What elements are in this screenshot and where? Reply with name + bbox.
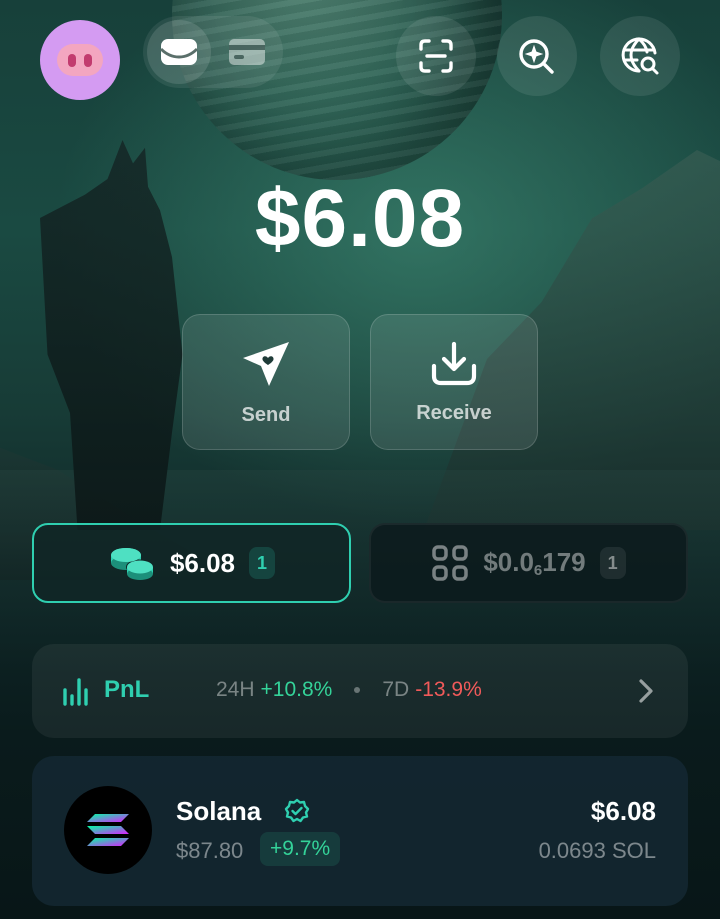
pig-avatar-icon bbox=[57, 44, 103, 76]
total-balance: $6.08 bbox=[254, 173, 466, 264]
pnl-label: PnL bbox=[104, 676, 150, 703]
chevron-right-icon bbox=[639, 679, 653, 703]
grid-icon bbox=[432, 545, 469, 581]
scan-icon bbox=[419, 39, 453, 73]
token-amount: 0.0693 SOL bbox=[538, 838, 656, 863]
separator-dot bbox=[354, 687, 361, 693]
tab-tokens[interactable]: $6.08 1 bbox=[32, 523, 351, 603]
tokens-count-badge: 1 bbox=[249, 547, 276, 579]
card-view-button[interactable] bbox=[215, 20, 279, 84]
view-switch bbox=[143, 16, 283, 88]
period-7d: 7D bbox=[382, 678, 410, 701]
token-change-badge: +9.7% bbox=[260, 832, 341, 866]
explore-web-button[interactable] bbox=[600, 16, 680, 96]
discover-button[interactable] bbox=[497, 16, 577, 96]
globe-search-icon bbox=[621, 37, 659, 75]
receive-icon bbox=[431, 341, 477, 385]
send-label: Send bbox=[241, 403, 291, 426]
token-name: Solana bbox=[176, 796, 262, 826]
search-sparkle-icon bbox=[519, 39, 554, 74]
change-24h: +10.8% bbox=[260, 678, 333, 701]
wallet-view-button[interactable] bbox=[147, 20, 211, 84]
wallet-icon bbox=[159, 39, 199, 65]
verified-badge-icon bbox=[284, 798, 310, 823]
tokens-total: $6.08 bbox=[169, 547, 236, 578]
collectibles-total: $0.06179 bbox=[483, 547, 586, 579]
wallet-home: $6.08 Send Receive $6.08 1 $0.06179 1 Pn… bbox=[0, 0, 720, 919]
token-price: $87.80 bbox=[176, 838, 244, 863]
send-button[interactable]: Send bbox=[182, 314, 350, 450]
receive-button[interactable]: Receive bbox=[370, 314, 538, 450]
collectibles-count-badge: 1 bbox=[599, 547, 626, 579]
avatar[interactable] bbox=[40, 20, 120, 100]
token-value: $6.08 bbox=[590, 796, 656, 826]
coins-icon bbox=[110, 548, 154, 580]
change-7d: -13.9% bbox=[415, 678, 482, 701]
scan-button[interactable] bbox=[396, 16, 476, 96]
solana-logo-icon bbox=[64, 786, 152, 874]
send-icon bbox=[243, 341, 289, 386]
token-row-solana[interactable]: Solana $87.80 +9.7% $6.08 0.0693 SOL bbox=[32, 756, 688, 906]
tab-collectibles[interactable]: $0.06179 1 bbox=[369, 523, 688, 603]
receive-label: Receive bbox=[416, 401, 492, 424]
period-24h: 24H bbox=[216, 678, 255, 701]
pnl-summary-row[interactable]: PnL 24H +10.8% 7D -13.9% bbox=[32, 644, 688, 738]
card-icon bbox=[229, 39, 265, 65]
pnl-stats: 24H +10.8% 7D -13.9% bbox=[216, 678, 482, 702]
bar-chart-icon bbox=[63, 678, 88, 706]
